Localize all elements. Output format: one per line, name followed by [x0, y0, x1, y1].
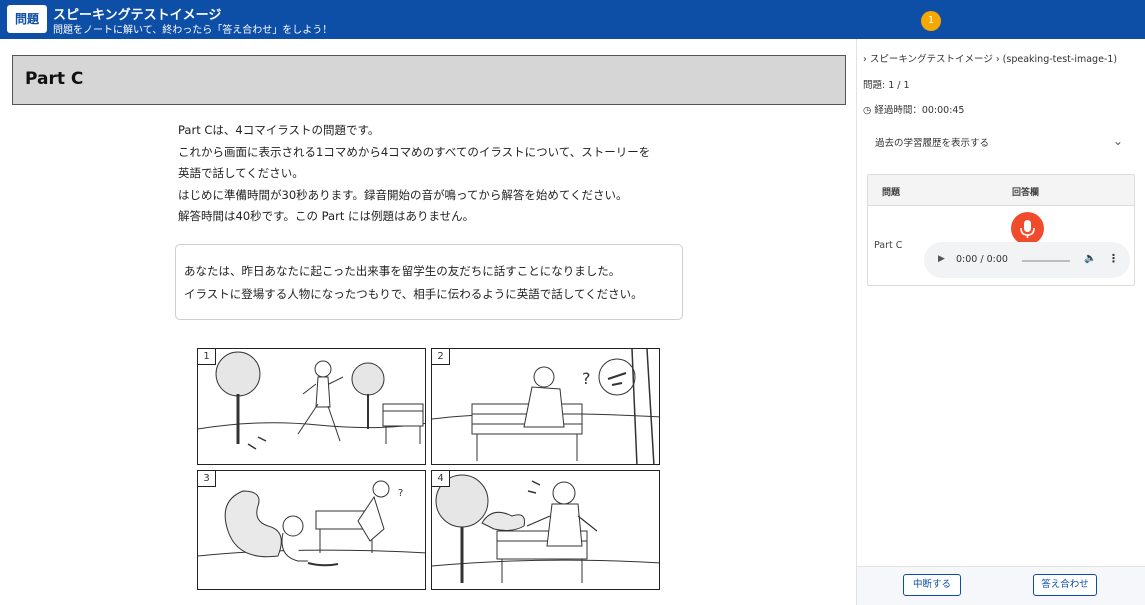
page-subtitle: 問題をノートに解いて、終わったら「答え合わせ」をしよう！: [53, 25, 333, 36]
comic-illustration: 1 2 ? 3 ? 4: [197, 348, 660, 590]
answer-table: 問題 回答欄 Part C ▶ 0:00 / 0:00 🔈 ⋮: [867, 174, 1135, 286]
side-panel: › スピーキングテストイメージ › (speaking-test-image-1…: [856, 39, 1145, 605]
chevron-down-icon[interactable]: ⌄: [1113, 134, 1123, 148]
more-options-icon[interactable]: ⋮: [1108, 252, 1119, 265]
instruction-line: 解答時間は40秒です。この Part には例題はありません。: [178, 209, 475, 223]
question-count: 問題: 1 / 1: [863, 80, 910, 91]
instruction-line: はじめに準備時間が30秒あります。録音開始の音が鳴ってから解答を始めてください。: [178, 187, 628, 202]
elapsed-time: ◷ 経過時間：00:00:45: [863, 102, 964, 116]
part-header: Part C: [12, 55, 846, 105]
part-title: Part C: [25, 69, 84, 89]
top-bar: 問題 スピーキングテストイメージ 問題をノートに解いて、終わったら「答え合わせ」…: [0, 0, 1145, 39]
scenario-line: あなたは、昨日あなたに起こった出来事を留学生の友だちに話すことになりました。: [184, 264, 621, 278]
question-badge: 問題: [7, 5, 47, 33]
instruction-line: これから画面に表示される1コマめから4コマめのすべてのイラストについて、ストーリ…: [178, 144, 651, 159]
check-answers-button[interactable]: 答え合わせ: [1033, 574, 1097, 596]
scenario-line: イラストに登場する人物になったつもりで、相手に伝わるように英語で話してください。: [184, 287, 643, 301]
pause-button[interactable]: 中断する: [903, 574, 961, 596]
jogging-boy-illustration: [198, 351, 425, 450]
panel-number: 1: [198, 349, 216, 365]
svg-text:?: ?: [398, 488, 403, 499]
comic-panel-2: 2 ?: [431, 348, 660, 465]
svg-text:?: ?: [582, 369, 591, 388]
record-button[interactable]: [1011, 212, 1044, 245]
audio-time: 0:00 / 0:00: [956, 254, 1008, 265]
squirrel-keys-illustration: [432, 474, 659, 583]
instructions: Part Cは、4コマイラストの問題です。 これから画面に表示される1コマめから…: [178, 120, 698, 228]
instruction-line: 英語で話してください。: [178, 166, 304, 180]
bench-boy-illustration: ?: [432, 349, 659, 464]
notification-badge[interactable]: 1: [921, 11, 941, 31]
panel-number: 2: [432, 349, 450, 365]
audio-player: ▶ 0:00 / 0:00 🔈 ⋮: [924, 242, 1130, 278]
comic-panel-4: 4: [431, 470, 660, 590]
play-icon[interactable]: ▶: [938, 254, 945, 264]
panel-number: 3: [198, 471, 216, 487]
volume-icon[interactable]: 🔈: [1084, 253, 1096, 264]
comic-panel-1: 1: [197, 348, 426, 465]
panel-number: 4: [432, 471, 450, 487]
instruction-line: Part Cは、4コマイラストの問題です。: [178, 123, 380, 137]
breadcrumb[interactable]: › スピーキングテストイメージ › (speaking-test-image-1…: [863, 51, 1117, 65]
history-toggle[interactable]: 過去の学習履歴を表示する: [875, 135, 989, 149]
microphone-icon: [1020, 220, 1035, 238]
elapsed-value: 経過時間：00:00:45: [874, 105, 965, 116]
audio-progress-track[interactable]: [1022, 260, 1070, 262]
squirrel-search-illustration: ?: [198, 480, 425, 567]
action-footer: 中断する 答え合わせ: [857, 566, 1145, 605]
scenario-box: あなたは、昨日あなたに起こった出来事を留学生の友だちに話すことになりました。 イ…: [175, 244, 683, 320]
row-label: Part C: [874, 240, 903, 251]
table-header: 問題 回答欄: [868, 175, 1134, 206]
comic-panel-3: 3 ?: [197, 470, 426, 590]
column-header-question: 問題: [882, 188, 901, 198]
column-header-answer: 回答欄: [1012, 188, 1040, 198]
clock-icon: ◷: [863, 105, 875, 116]
